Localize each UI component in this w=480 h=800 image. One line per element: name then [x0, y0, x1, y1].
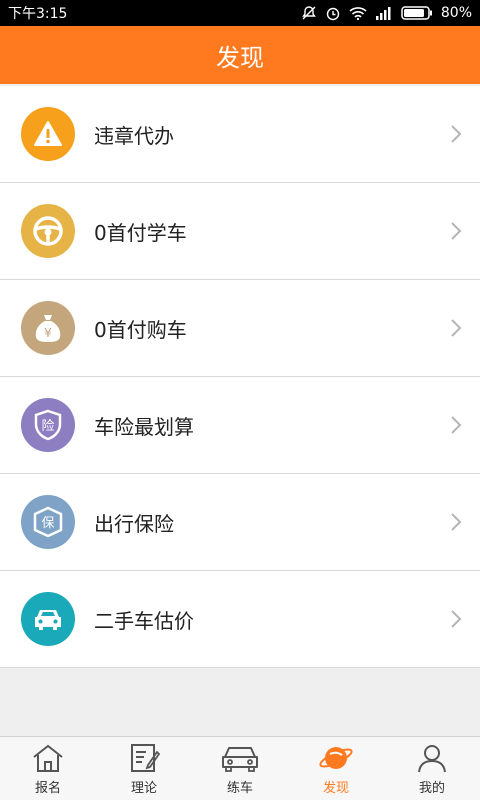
- tab-label: 理论: [130, 781, 157, 796]
- list-item-car-insurance[interactable]: 险 车险最划算: [0, 377, 480, 474]
- planet-icon: [319, 747, 353, 769]
- mute-icon: [301, 6, 316, 20]
- battery-percent: 80%: [440, 5, 472, 21]
- badge-bao-icon: 保: [21, 495, 75, 549]
- status-time: 下午3:15: [8, 6, 68, 22]
- list-item-driving-school[interactable]: 0首付学车: [0, 183, 480, 280]
- list-item-label: 违章代办: [94, 123, 174, 148]
- tab-label: 练车: [226, 781, 253, 796]
- tab-label: 我的: [418, 781, 445, 796]
- list-item-used-car-valuation[interactable]: 二手车估价: [0, 571, 480, 668]
- tab-practice[interactable]: 练车: [192, 737, 288, 800]
- list-item-label: 二手车估价: [94, 608, 194, 633]
- chevron-right-icon: [451, 319, 462, 337]
- list-item-label: 0首付学车: [94, 220, 187, 245]
- tab-signup[interactable]: 报名: [0, 737, 96, 800]
- page-title: 发现: [216, 43, 264, 72]
- status-bar: 下午3:15 80%: [0, 0, 480, 26]
- steering-wheel-icon: [21, 204, 75, 258]
- car-outline-icon: [222, 747, 258, 772]
- status-icons: 80%: [301, 5, 472, 21]
- svg-text:保: 保: [41, 516, 54, 531]
- user-icon: [418, 745, 446, 773]
- wifi-icon: [349, 7, 367, 20]
- list-item-label: 出行保险: [94, 511, 174, 536]
- svg-text:险: 险: [41, 419, 54, 434]
- notebook-icon: [131, 744, 161, 772]
- money-bag-icon: ¥: [21, 301, 75, 355]
- chevron-right-icon: [451, 125, 462, 143]
- tab-discover[interactable]: 发现: [288, 737, 384, 800]
- warning-icon: [21, 107, 75, 161]
- home-icon: [33, 744, 63, 772]
- tab-label: 发现: [322, 781, 349, 796]
- signal-icon: [375, 7, 391, 20]
- battery-icon: [401, 6, 432, 20]
- shield-insurance-icon: 险: [21, 398, 75, 452]
- list-item-label: 0首付购车: [94, 317, 187, 342]
- tab-profile[interactable]: 我的: [384, 737, 480, 800]
- list-item-travel-insurance[interactable]: 保 出行保险: [0, 474, 480, 571]
- list-item-label: 车险最划算: [94, 414, 194, 439]
- tab-theory[interactable]: 理论: [96, 737, 192, 800]
- svg-text:¥: ¥: [44, 326, 52, 340]
- chevron-right-icon: [451, 610, 462, 628]
- alarm-icon: [326, 7, 340, 21]
- car-icon: [21, 592, 75, 646]
- header-bar: 发现: [0, 26, 480, 84]
- chevron-right-icon: [451, 513, 462, 531]
- bottom-tab-bar: 报名 理论 练车 发现 我的: [0, 736, 480, 800]
- chevron-right-icon: [451, 416, 462, 434]
- discover-list: 违章代办 0首付学车 ¥ 0首付购车 险 车险最划算 保 出行保险 二手车估价: [0, 86, 480, 668]
- tab-label: 报名: [34, 781, 61, 796]
- list-item-car-purchase[interactable]: ¥ 0首付购车: [0, 280, 480, 377]
- list-item-violation[interactable]: 违章代办: [0, 86, 480, 183]
- chevron-right-icon: [451, 222, 462, 240]
